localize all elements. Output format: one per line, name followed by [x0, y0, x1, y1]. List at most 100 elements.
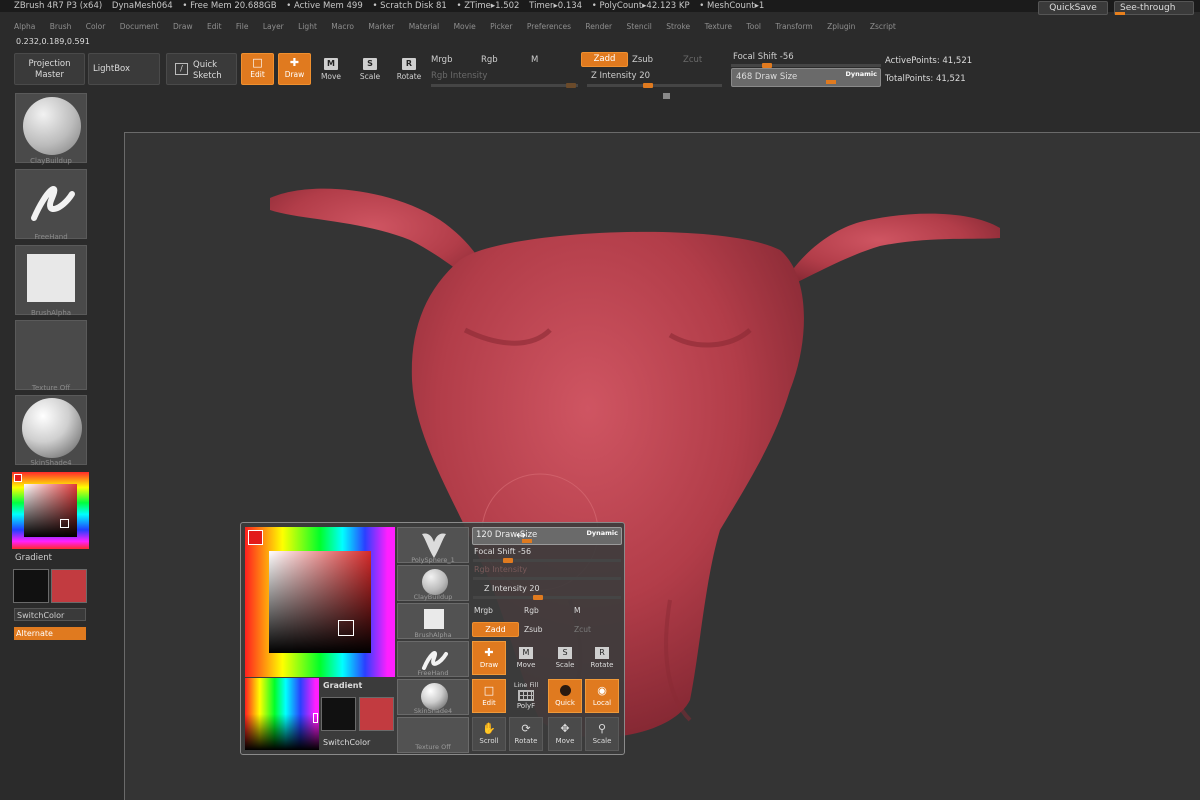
menu-texture[interactable]: Texture — [705, 22, 732, 31]
quick-sketch-button[interactable]: / Quick Sketch — [166, 53, 237, 85]
popup-focal-shift-slider[interactable] — [473, 558, 621, 563]
popup-gradient-cursor[interactable] — [313, 713, 318, 723]
popup-color-cursor[interactable] — [338, 620, 354, 636]
move-button[interactable]: M Move — [316, 58, 346, 81]
popup-zsub-button[interactable]: Zsub — [524, 625, 543, 634]
alternate-button[interactable]: Alternate — [14, 627, 86, 640]
menu-movie[interactable]: Movie — [454, 22, 476, 31]
draw-size-slider[interactable]: 468 Draw Size Dynamic — [731, 68, 881, 87]
menu-stencil[interactable]: Stencil — [627, 22, 652, 31]
alpha-slot[interactable] — [15, 245, 87, 315]
menu-draw[interactable]: Draw — [173, 22, 193, 31]
lightbox-button[interactable]: LightBox — [88, 53, 160, 85]
popup-z-intensity-slider[interactable] — [473, 595, 621, 600]
popup-mrgb-button[interactable]: Mrgb — [474, 606, 493, 615]
menu-render[interactable]: Render — [585, 22, 612, 31]
popup-dynamic-toggle[interactable]: Dynamic — [586, 529, 618, 537]
projection-master-button[interactable]: Projection Master — [14, 53, 85, 85]
popup-rotate-button[interactable]: R Rotate — [585, 641, 619, 675]
rotate-button[interactable]: R Rotate — [394, 58, 424, 81]
z-intensity-knob[interactable] — [643, 83, 653, 88]
zadd-button[interactable]: Zadd — [581, 52, 628, 67]
popup-scroll-button[interactable]: ✋ Scroll — [472, 717, 506, 751]
draw-button[interactable]: ✚ Draw — [278, 53, 311, 85]
popup-secondary-color-swatch[interactable] — [321, 697, 356, 731]
zcut-button[interactable]: Zcut — [683, 55, 702, 65]
popup-gradient-label[interactable]: Gradient — [323, 681, 362, 690]
tray-toggle-handle[interactable] — [663, 93, 670, 99]
popup-move-button[interactable]: M Move — [509, 641, 543, 675]
color-picker[interactable] — [12, 472, 89, 549]
menu-macro[interactable]: Macro — [331, 22, 354, 31]
popup-focal-shift-knob[interactable] — [503, 558, 513, 563]
popup-rgb-button[interactable]: Rgb — [524, 606, 539, 615]
edit-button[interactable]: □ Edit — [241, 53, 274, 85]
menu-layer[interactable]: Layer — [263, 22, 284, 31]
popup-m-button[interactable]: M — [574, 606, 580, 615]
secondary-color-swatch[interactable] — [13, 569, 49, 603]
menu-edit[interactable]: Edit — [207, 22, 222, 31]
popup-zadd-button[interactable]: Zadd — [472, 622, 519, 637]
popup-switchcolor-button[interactable]: SwitchColor — [323, 738, 370, 747]
switchcolor-button[interactable]: SwitchColor — [14, 608, 86, 621]
draw-size-knob[interactable] — [826, 80, 836, 84]
menu-material[interactable]: Material — [409, 22, 439, 31]
popup-z-intensity-knob[interactable] — [533, 595, 543, 600]
stroke-slot[interactable] — [15, 169, 87, 239]
popup-local-button[interactable]: ◉ Local — [585, 679, 619, 713]
menu-marker[interactable]: Marker — [368, 22, 394, 31]
menu-light[interactable]: Light — [298, 22, 317, 31]
material-slot[interactable] — [15, 395, 87, 465]
popup-scale-button[interactable]: S Scale — [548, 641, 582, 675]
popup-draw-size-slider[interactable]: 120 Draw Size Dynamic — [472, 527, 622, 545]
mrgb-button[interactable]: Mrgb — [431, 55, 452, 65]
see-through-slider[interactable]: See-through — [1114, 1, 1194, 15]
popup-draw-button[interactable]: ✚ Draw — [472, 641, 506, 675]
popup-saturation-square[interactable] — [269, 551, 371, 653]
menu-file[interactable]: File — [236, 22, 249, 31]
menu-color[interactable]: Color — [86, 22, 106, 31]
menu-tool[interactable]: Tool — [746, 22, 761, 31]
popup-stroke-label: FreeHand — [417, 669, 449, 677]
quicksave-button[interactable]: QuickSave — [1038, 1, 1108, 15]
dynamic-toggle[interactable]: Dynamic — [845, 70, 877, 78]
meshcount: • MeshCount▸1 — [699, 1, 765, 11]
menu-zplugin[interactable]: Zplugin — [827, 22, 855, 31]
rgb-intensity-slider[interactable] — [431, 83, 578, 88]
color-saturation-square[interactable] — [24, 484, 77, 537]
popup-color-picker[interactable] — [245, 527, 395, 677]
color-picker-cursor[interactable] — [60, 519, 69, 528]
draw-size-label: 468 Draw Size — [736, 72, 798, 82]
z-intensity-slider[interactable] — [587, 83, 722, 88]
popup-edit-button[interactable]: □ Edit — [472, 679, 506, 713]
focal-shift-slider[interactable] — [731, 63, 881, 68]
popup-quick-button[interactable]: Quick — [548, 679, 582, 713]
menu-stroke[interactable]: Stroke — [666, 22, 690, 31]
popup-scale-view-button[interactable]: ⚲ Scale — [585, 717, 619, 751]
brush-slot[interactable] — [15, 93, 87, 163]
brush-popup-palette[interactable]: Gradient SwitchColor PolySphere_1 ClayBu… — [240, 522, 625, 755]
menu-alpha[interactable]: Alpha — [14, 22, 35, 31]
texture-slot[interactable] — [15, 320, 87, 390]
zsub-button[interactable]: Zsub — [632, 55, 653, 65]
m-button[interactable]: M — [531, 55, 538, 65]
popup-move-view-button[interactable]: ✥ Move — [548, 717, 582, 751]
popup-rgb-intensity-slider[interactable] — [473, 577, 621, 580]
popup-main-color-swatch[interactable] — [359, 697, 394, 731]
rgb-intensity-knob[interactable] — [566, 83, 576, 88]
menu-brush[interactable]: Brush — [50, 22, 72, 31]
popup-gradient-strip[interactable] — [245, 678, 319, 750]
popup-polyf-button[interactable]: Line Fill PolyF — [509, 679, 543, 713]
gradient-label[interactable]: Gradient — [15, 553, 52, 563]
menu-transform[interactable]: Transform — [775, 22, 812, 31]
main-color-swatch[interactable] — [51, 569, 87, 603]
see-through-handle[interactable] — [1115, 12, 1125, 15]
popup-rotate-view-button[interactable]: ⟳ Rotate — [509, 717, 543, 751]
scale-button[interactable]: S Scale — [355, 58, 385, 81]
rgb-button[interactable]: Rgb — [481, 55, 498, 65]
popup-zcut-button[interactable]: Zcut — [574, 625, 591, 634]
menu-zscript[interactable]: Zscript — [870, 22, 896, 31]
menu-picker[interactable]: Picker — [490, 22, 512, 31]
menu-preferences[interactable]: Preferences — [527, 22, 571, 31]
menu-document[interactable]: Document — [120, 22, 159, 31]
